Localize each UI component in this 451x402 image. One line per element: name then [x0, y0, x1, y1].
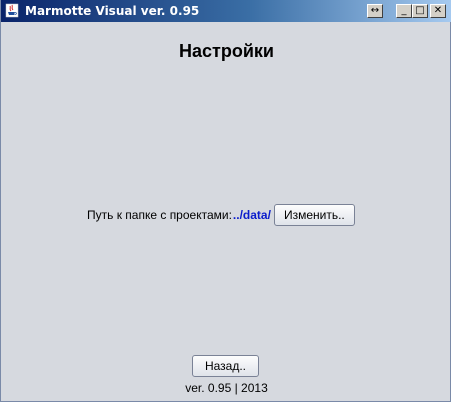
minimize-button[interactable]: _	[396, 4, 412, 18]
back-button[interactable]: Назад..	[192, 355, 259, 377]
java-cup-icon	[5, 3, 19, 18]
close-icon: ✕	[433, 5, 443, 16]
path-value: ../data/	[232, 208, 271, 222]
resize-button[interactable]: ↔	[367, 4, 383, 18]
close-button[interactable]: ✕	[430, 4, 446, 18]
maximize-button[interactable]: □	[412, 4, 428, 18]
path-label: Путь к папке с проектами:	[87, 208, 232, 222]
maximize-icon: □	[415, 5, 425, 16]
project-folder-setting: Путь к папке с проектами: ../data/ Измен…	[87, 204, 355, 226]
title-bar[interactable]: Marmotte Visual ver. 0.95 ↔ _ □ ✕	[1, 0, 451, 22]
resize-icon: ↔	[370, 5, 380, 16]
app-window: Marmotte Visual ver. 0.95 ↔ _ □ ✕ Настро…	[0, 0, 451, 402]
page-title: Настройки	[179, 41, 274, 61]
version-footer: ver. 0.95 | 2013	[185, 381, 268, 395]
minimize-icon: _	[401, 5, 407, 16]
change-path-button[interactable]: Изменить..	[273, 204, 355, 226]
window-title: Marmotte Visual ver. 0.95	[25, 4, 200, 18]
